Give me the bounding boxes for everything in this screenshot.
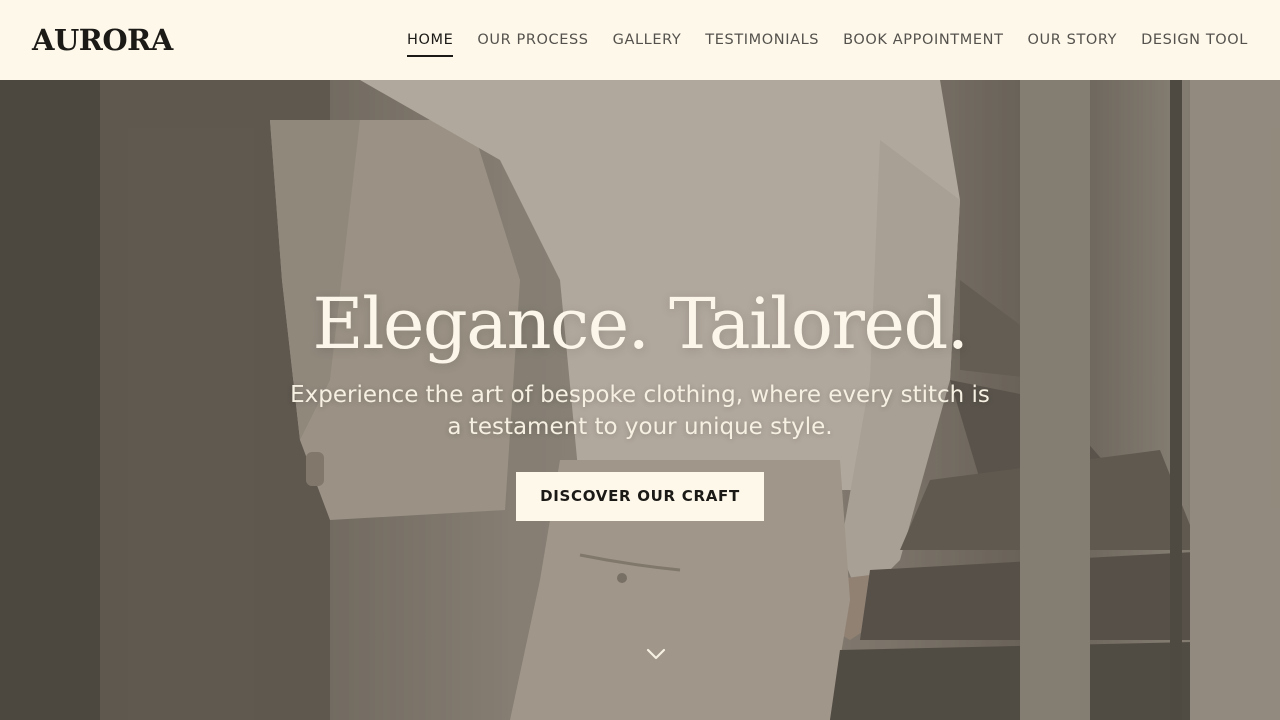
nav-item-home[interactable]: HOME: [406, 26, 454, 57]
nav-item-gallery[interactable]: GALLERY: [613, 26, 682, 54]
nav-item-our-story[interactable]: OUR STORY: [1028, 26, 1118, 54]
hero-section: Elegance. Tailored. Experience the art o…: [0, 80, 1280, 720]
nav-item-testimonials[interactable]: TESTIMONIALS: [705, 26, 819, 54]
discover-craft-button[interactable]: DISCOVER OUR CRAFT: [516, 471, 764, 521]
chevron-down-icon[interactable]: [646, 648, 666, 662]
brand-logo[interactable]: AURORA: [32, 23, 173, 57]
site-header: AURORA HOME OUR PROCESS GALLERY TESTIMON…: [0, 0, 1280, 80]
nav-item-design-tool[interactable]: DESIGN TOOL: [1141, 26, 1248, 54]
hero-subtitle: Experience the art of bespoke clothing, …: [290, 381, 990, 440]
hero-content: Elegance. Tailored. Experience the art o…: [0, 80, 1280, 720]
hero-title: Elegance. Tailored.: [312, 283, 969, 365]
main-nav: HOME OUR PROCESS GALLERY TESTIMONIALS BO…: [383, 0, 1248, 80]
nav-item-our-process[interactable]: OUR PROCESS: [477, 26, 588, 54]
nav-item-book-appointment[interactable]: BOOK APPOINTMENT: [843, 26, 1003, 54]
